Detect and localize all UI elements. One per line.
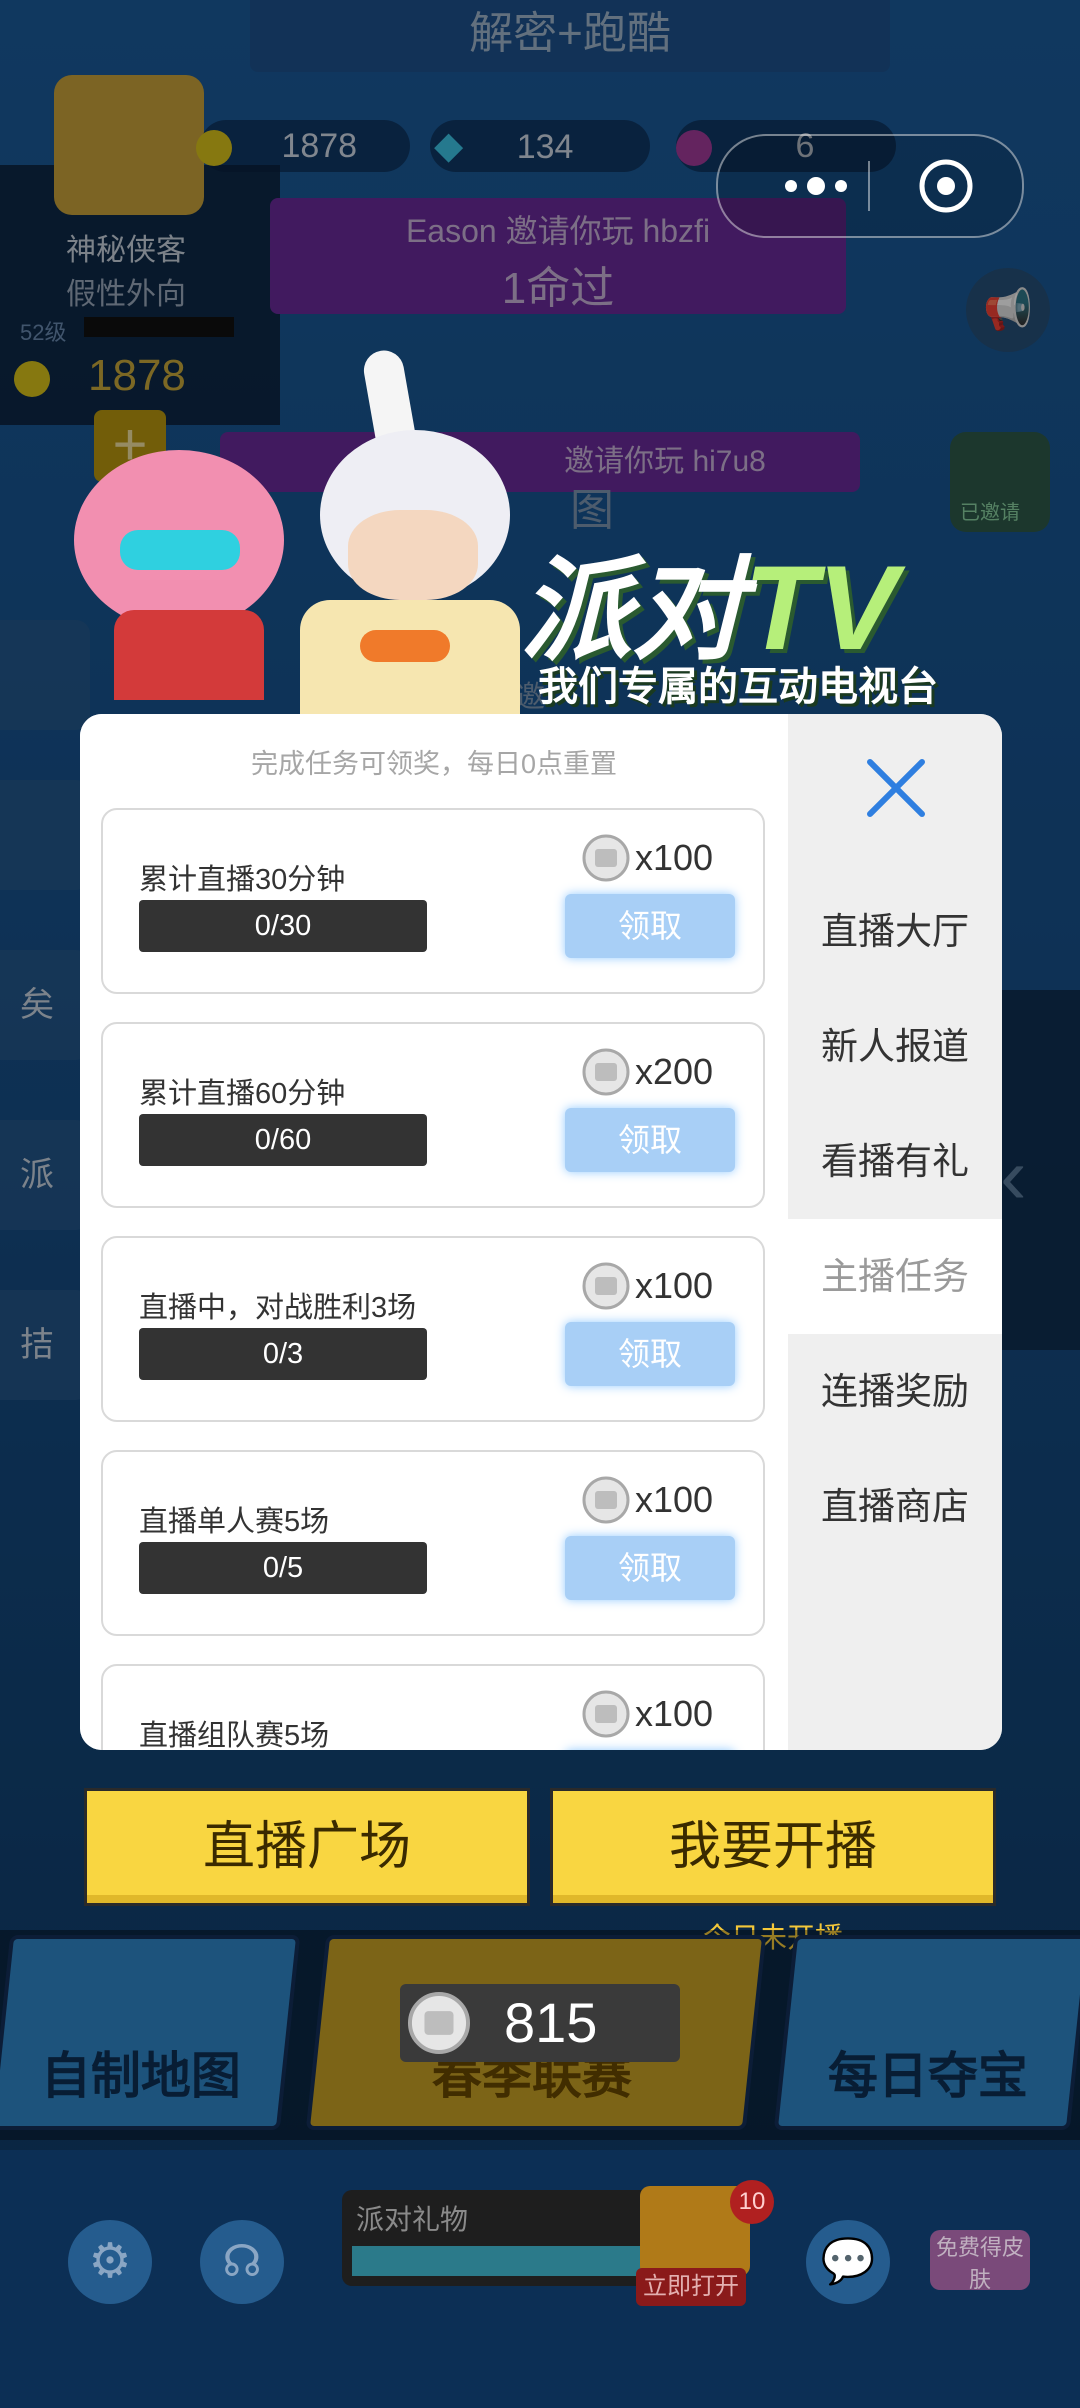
task-panel: 完成任务可领奖，每日0点重置 累计直播30分钟 0/30 x100 领取 累计直… (80, 714, 788, 1750)
coin-balance: 815 (400, 1984, 680, 2062)
silver-coin-icon (582, 1476, 630, 1524)
capsule-divider (868, 161, 870, 211)
reward-amount: x100 (635, 1265, 714, 1306)
task-reward: x100 (581, 1688, 713, 1740)
task-progress: 0/60 (139, 1114, 427, 1166)
gift-count-badge: 10 (730, 2180, 774, 2224)
task-reward: x200 (581, 1046, 713, 1098)
menu-streak-rewards[interactable]: 连播奖励 (788, 1334, 1002, 1449)
task-sidebar: 直播大厅 新人报道 看播有礼 主播任务 连播奖励 直播商店 (788, 714, 1002, 1750)
more-dots-icon[interactable] (766, 136, 866, 236)
menu-newcomer[interactable]: 新人报道 (788, 989, 1002, 1104)
task-reward: x100 (581, 1474, 713, 1526)
task-reward: x100 (581, 1260, 713, 1312)
chat-bubble-icon[interactable]: 💬 (806, 2220, 890, 2304)
task-card: 直播单人赛5场 0/5 x100 领取 (101, 1450, 765, 1636)
task-title: 直播单人赛5场 (139, 1506, 330, 1538)
task-card: 累计直播30分钟 0/30 x100 领取 (101, 808, 765, 994)
bunny-character (260, 347, 560, 720)
menu-watch-gifts[interactable]: 看播有礼 (788, 1104, 1002, 1219)
settings-gear-icon[interactable]: ⚙ (68, 2220, 152, 2304)
menu-live-shop[interactable]: 直播商店 (788, 1449, 1002, 1564)
party-gift-progress (352, 2246, 652, 2276)
mini-program-capsule (716, 134, 1024, 238)
task-progress: 0/3 (139, 1328, 427, 1380)
claim-button[interactable]: 领取 (565, 894, 735, 958)
party-gift-label: 派对礼物 (356, 2204, 469, 2235)
promo-subtitle: 我们专属的互动电视台 (538, 665, 938, 709)
task-title: 累计直播60分钟 (139, 1078, 346, 1110)
silver-coin-icon (582, 1690, 630, 1738)
claim-button[interactable]: 领取 (565, 1322, 735, 1386)
promo-banner: 派对TV 我们专属的互动电视台 (40, 347, 1040, 720)
close-x-icon[interactable] (864, 756, 928, 820)
silver-coin-icon (407, 1991, 471, 2055)
task-progress: 0/30 (139, 900, 427, 952)
task-title: 直播组队赛5场 (139, 1720, 330, 1750)
silver-coin-icon (582, 834, 630, 882)
task-title: 直播中，对战胜利3场 (139, 1292, 417, 1324)
support-headset-icon[interactable]: ☊ (200, 2220, 284, 2304)
claim-button[interactable]: 领取 (565, 1108, 735, 1172)
reward-amount: x100 (635, 1479, 714, 1520)
reward-amount: x200 (635, 1051, 714, 1092)
live-plaza-button[interactable]: 直播广场 (84, 1788, 530, 1906)
task-modal: 完成任务可领奖，每日0点重置 累计直播30分钟 0/30 x100 领取 累计直… (80, 714, 1002, 1750)
menu-live-hall[interactable]: 直播大厅 (788, 874, 1002, 989)
silver-coin-icon (582, 1048, 630, 1096)
menu-streamer-tasks[interactable]: 主播任务 (788, 1219, 1002, 1334)
task-title: 累计直播30分钟 (139, 864, 346, 896)
reward-amount: x100 (635, 837, 714, 878)
reward-amount: x100 (635, 1693, 714, 1734)
balance-value: 815 (504, 1991, 598, 2054)
free-skin-label[interactable]: 免费得皮肤 (930, 2230, 1030, 2292)
silver-coin-icon (582, 1262, 630, 1310)
go-live-button[interactable]: 我要开播 (550, 1788, 996, 1906)
task-card: 直播中，对战胜利3场 0/3 x100 领取 (101, 1236, 765, 1422)
party-gift-bar[interactable]: 派对礼物 (342, 2190, 658, 2286)
open-now-button[interactable]: 立即打开 (636, 2268, 746, 2306)
task-progress: 0/5 (139, 1542, 427, 1594)
task-card: 直播组队赛5场 x100 (101, 1664, 765, 1750)
task-reward: x100 (581, 832, 713, 884)
task-list[interactable]: 累计直播30分钟 0/30 x100 领取 累计直播60分钟 0/60 x200… (80, 714, 788, 1750)
task-card: 累计直播60分钟 0/60 x200 领取 (101, 1022, 765, 1208)
claim-button[interactable]: 领取 (565, 1536, 735, 1600)
target-circle-icon[interactable] (916, 156, 976, 216)
